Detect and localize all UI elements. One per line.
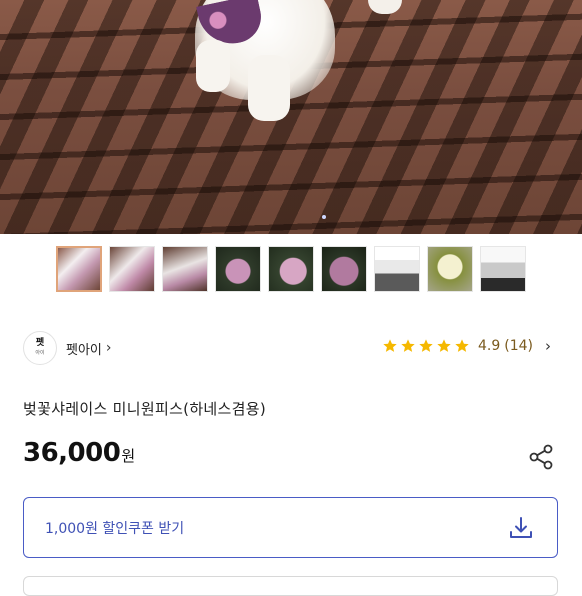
thumbnail-9[interactable] (480, 246, 526, 292)
thumbnail-2[interactable] (109, 246, 155, 292)
seller-logo-small: 아이 (35, 350, 45, 356)
product-title: 벚꽃샤레이스 미니원피스(하네스겸용) (23, 400, 266, 418)
seller-link[interactable]: 펫 아이 펫아이 › (23, 331, 112, 365)
thumbnail-8[interactable] (427, 246, 473, 292)
next-section-box (23, 576, 558, 596)
rating-score: 4.9 (478, 338, 501, 354)
rating-link[interactable]: 4.9 (14) › (382, 337, 551, 355)
thumbnail-1[interactable] (56, 246, 102, 292)
thumbnail-3[interactable] (162, 246, 208, 292)
dog-leg (248, 55, 290, 121)
star-icon (383, 339, 397, 352)
coupon-label: 1,000원 할인쿠폰 받기 (45, 520, 185, 537)
seller-logo-text: 펫 (35, 338, 45, 348)
dog-leg (196, 40, 230, 92)
product-main-image[interactable] (0, 0, 582, 234)
price-currency: 원 (121, 447, 136, 465)
price-amount: 36,000 (23, 438, 121, 468)
thumbnail-6[interactable] (321, 246, 367, 292)
rating-count: (14) (504, 338, 534, 354)
rating-stars (382, 338, 470, 354)
share-icon[interactable] (527, 443, 555, 471)
seller-name: 펫아이 (66, 342, 102, 358)
thumbnail-strip (56, 246, 526, 294)
star-icon (455, 339, 469, 352)
thumbnail-7[interactable] (374, 246, 420, 292)
product-price: 36,000 원 (23, 438, 135, 468)
star-icon (437, 339, 451, 352)
thumbnail-5[interactable] (268, 246, 314, 292)
star-icon (419, 339, 433, 352)
coupon-download-button[interactable]: 1,000원 할인쿠폰 받기 (23, 497, 558, 558)
star-icon (401, 339, 415, 352)
seller-logo: 펫 아이 (23, 331, 57, 365)
thumbnail-4[interactable] (215, 246, 261, 292)
chevron-right-icon: › (105, 340, 112, 356)
image-indicator-dot (322, 215, 326, 219)
chevron-right-icon: › (545, 337, 552, 355)
download-icon (510, 517, 532, 538)
